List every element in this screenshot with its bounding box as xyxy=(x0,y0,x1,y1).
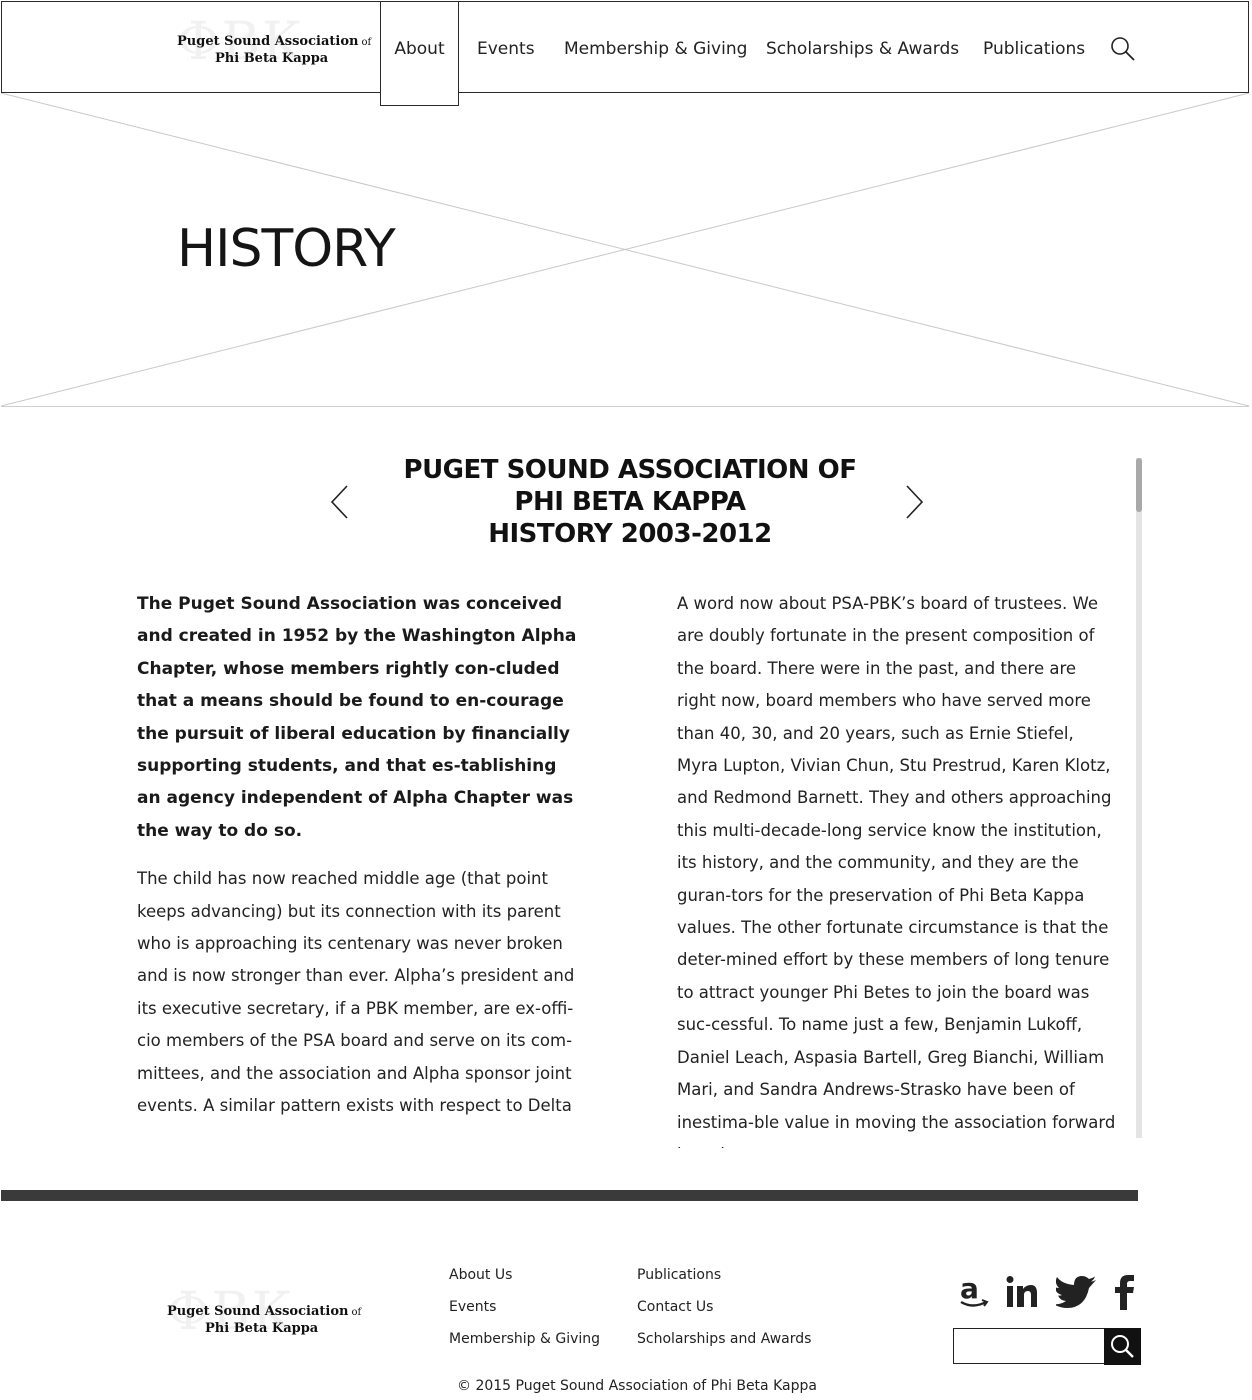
footer-logo[interactable]: ΦBK Puget Sound Association of Phi Beta K… xyxy=(167,1286,367,1352)
body-paragraph-left: The child has now reached middle age (th… xyxy=(137,869,575,1116)
nav-about[interactable]: About xyxy=(380,2,459,106)
footer-divider xyxy=(1,1190,1138,1201)
logo-line1: Puget Sound Association xyxy=(177,34,359,49)
footer-link-events[interactable]: Events xyxy=(449,1299,496,1315)
footer-search-input[interactable] xyxy=(953,1328,1105,1364)
scrollbar-track[interactable] xyxy=(1136,458,1142,1138)
footer-link-about-us[interactable]: About Us xyxy=(449,1267,512,1283)
twitter-icon[interactable] xyxy=(1053,1274,1098,1310)
amazon-icon[interactable]: a xyxy=(957,1272,993,1310)
footer-logo-line1: Puget Sound Association xyxy=(167,1304,349,1319)
footer-logo-or: of xyxy=(351,1307,362,1318)
logo-or: of xyxy=(361,37,372,48)
facebook-icon[interactable] xyxy=(1112,1274,1138,1310)
svg-text:a: a xyxy=(960,1274,979,1305)
search-icon xyxy=(1111,1335,1134,1358)
chevron-left-icon[interactable] xyxy=(329,484,351,520)
article-column-right: A word now about PSA-PBK’s board of trus… xyxy=(677,588,1117,1148)
hero-banner: HISTORY xyxy=(1,93,1249,407)
article-heading: PUGET SOUND ASSOCIATION OF PHI BETA KAPP… xyxy=(380,454,880,550)
footer-logo-line2: Phi Beta Kappa xyxy=(205,1321,319,1336)
logo-line2: Phi Beta Kappa xyxy=(215,51,329,66)
chevron-right-icon[interactable] xyxy=(903,484,925,520)
article-column-left: The Puget Sound Association was conceive… xyxy=(137,588,577,1133)
body-paragraph-right: A word now about PSA-PBK’s board of trus… xyxy=(677,594,1116,1148)
heading-line2: PHI BETA KAPPA xyxy=(514,487,746,517)
footer-link-contact-us[interactable]: Contact Us xyxy=(637,1299,713,1315)
footer-link-scholarships-awards[interactable]: Scholarships and Awards xyxy=(637,1331,811,1347)
nav-events[interactable]: Events xyxy=(477,2,535,94)
heading-line1: PUGET SOUND ASSOCIATION OF xyxy=(403,455,857,485)
page-title: HISTORY xyxy=(177,219,396,279)
lead-paragraph: The Puget Sound Association was conceive… xyxy=(137,594,577,841)
scrollbar-thumb[interactable] xyxy=(1136,458,1142,512)
footer-link-publications[interactable]: Publications xyxy=(637,1267,721,1283)
footer-search-button[interactable] xyxy=(1104,1328,1141,1365)
footer-link-membership-giving[interactable]: Membership & Giving xyxy=(449,1331,600,1347)
nav-publications[interactable]: Publications xyxy=(983,2,1085,94)
copyright: © 2015 Puget Sound Association of Phi Be… xyxy=(457,1378,817,1394)
search-icon[interactable] xyxy=(1110,36,1136,62)
linkedin-icon[interactable] xyxy=(1004,1274,1040,1310)
heading-line3: HISTORY 2003-2012 xyxy=(488,519,772,549)
site-logo[interactable]: ΦBK Puget Sound Association of Phi Beta K… xyxy=(177,16,371,82)
nav-membership-giving[interactable]: Membership & Giving xyxy=(564,2,747,94)
site-header: ΦBK Puget Sound Association of Phi Beta K… xyxy=(1,1,1249,106)
nav-scholarships-awards[interactable]: Scholarships & Awards xyxy=(766,2,959,94)
